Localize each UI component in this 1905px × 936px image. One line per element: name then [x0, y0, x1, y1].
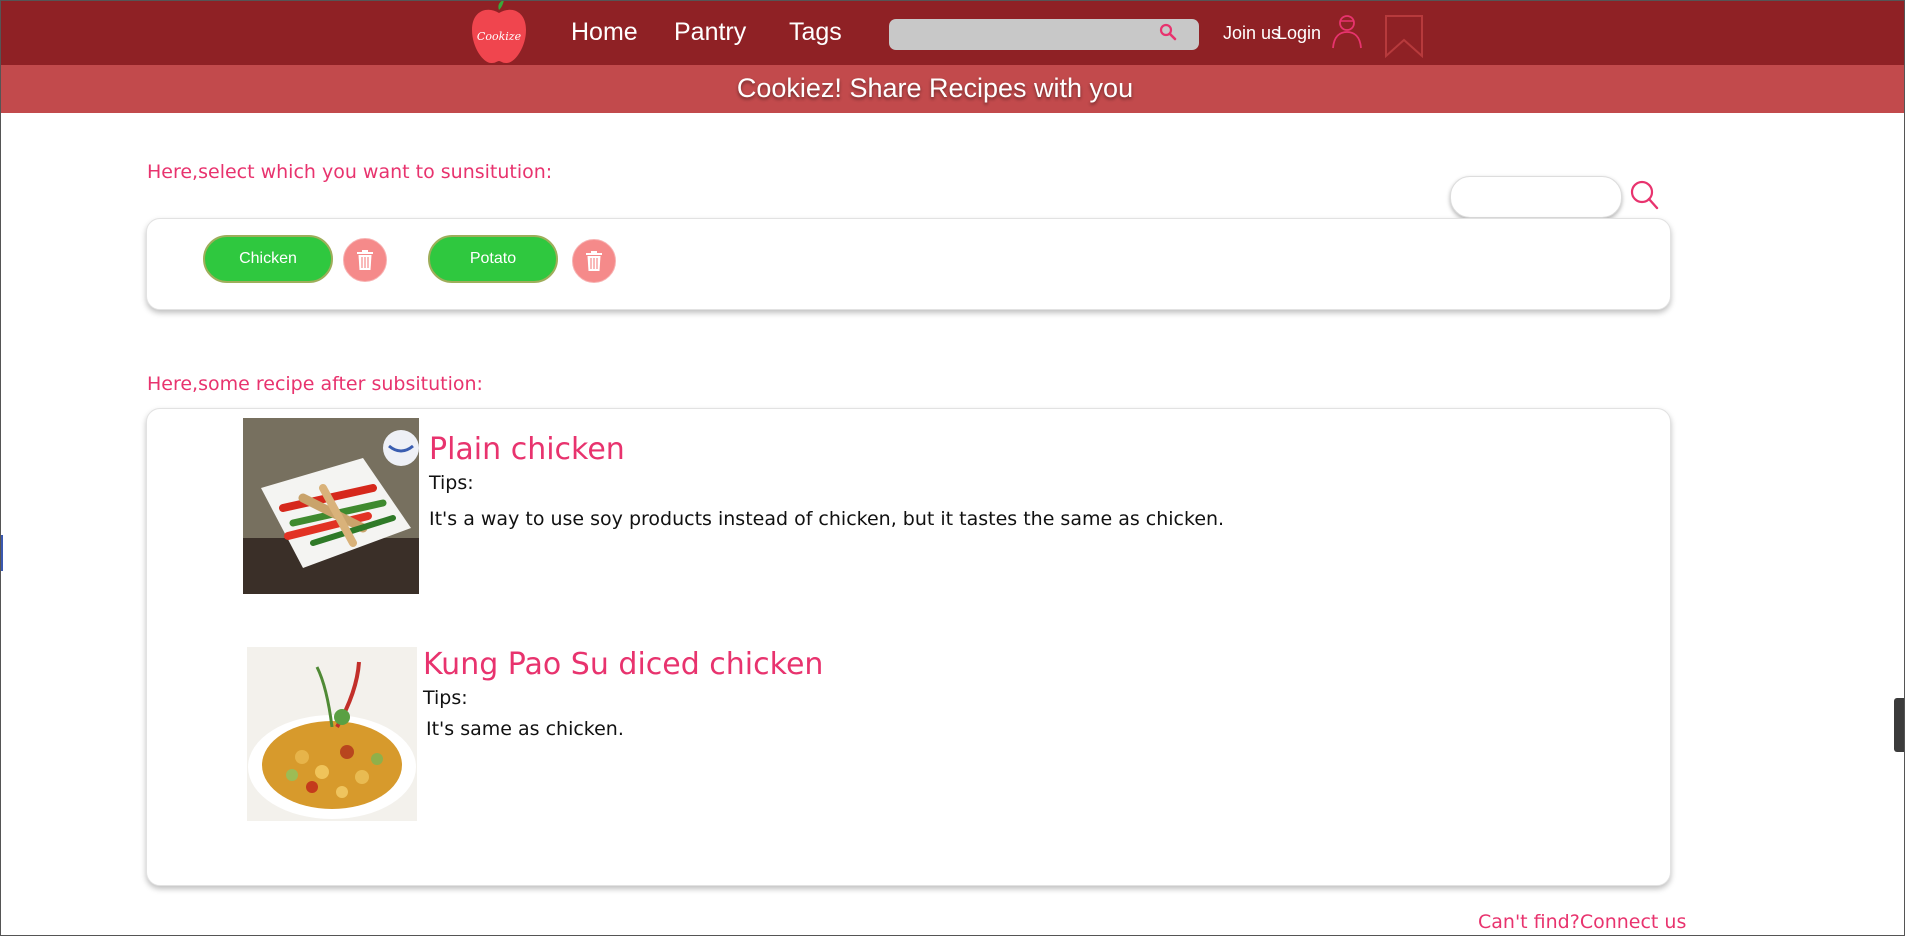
site-banner: Cookiez! Share Recipes with you — [0, 65, 1905, 113]
login-link[interactable]: Login — [1277, 23, 1321, 44]
ingredient-chip-chicken[interactable]: Chicken — [203, 235, 333, 283]
scrollbar-handle[interactable] — [1894, 698, 1905, 752]
recipe-tip-text: It's same as chicken. — [426, 718, 624, 740]
recipe-title-plain-chicken[interactable]: Plain chicken — [429, 432, 625, 467]
substitution-label: Here,select which you want to sunsitutio… — [147, 161, 553, 183]
bookmark-icon[interactable] — [1384, 14, 1424, 58]
recipe-title-kung-pao[interactable]: Kung Pao Su diced chicken — [423, 647, 823, 682]
logo-apple-icon[interactable]: Cookize — [470, 0, 528, 64]
logo-text: Cookize — [477, 30, 522, 43]
nav-tags-link[interactable]: Tags — [789, 18, 842, 47]
trash-icon — [357, 250, 373, 270]
remove-potato-button[interactable] — [572, 239, 616, 283]
search-icon[interactable] — [1158, 22, 1178, 42]
user-icon[interactable] — [1330, 12, 1364, 50]
nav-pantry-link[interactable]: Pantry — [674, 18, 746, 47]
ingredient-search-input[interactable] — [1450, 176, 1622, 218]
contact-us-link[interactable]: Can't find?Connect us — [1478, 911, 1686, 933]
top-navbar: Cookize Home Pantry Tags Join us Login — [0, 0, 1905, 65]
edge-marker — [0, 535, 3, 571]
search-icon[interactable] — [1628, 179, 1660, 211]
recipe-tips-label: Tips: — [429, 472, 474, 494]
top-search-input[interactable] — [889, 19, 1199, 50]
nav-home-link[interactable]: Home — [571, 18, 638, 47]
ingredient-chip-potato[interactable]: Potato — [428, 235, 558, 283]
banner-title: Cookiez! Share Recipes with you — [736, 73, 1134, 103]
recipe-tip-text: It's a way to use soy products instead o… — [429, 508, 1225, 530]
remove-chicken-button[interactable] — [343, 238, 387, 282]
join-us-link[interactable]: Join us — [1223, 23, 1280, 44]
recipe-image-kung-pao[interactable] — [247, 647, 417, 821]
trash-icon — [586, 251, 602, 271]
recipe-image-plain-chicken[interactable] — [243, 418, 419, 594]
results-label: Here,some recipe after subsitution: — [147, 373, 483, 395]
recipe-tips-label: Tips: — [423, 687, 468, 709]
